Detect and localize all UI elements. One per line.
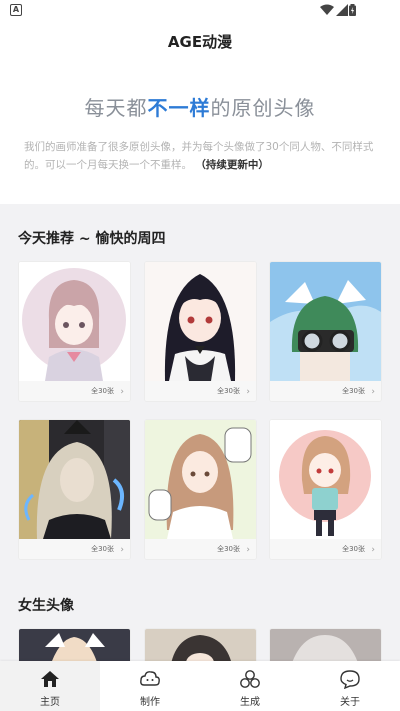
hero-description: 我们的画师准备了很多原创头像，并为每个头像做了30个同人物、不同样式的。可以一个… (24, 138, 376, 174)
tab-about[interactable]: 关于 (300, 661, 400, 711)
battery-icon (349, 4, 356, 16)
image-count: 全30张 (217, 545, 240, 553)
avatar-card[interactable]: 全30张 › (19, 262, 130, 401)
tab-label: 关于 (340, 697, 360, 708)
tab-label: 主页 (40, 697, 60, 708)
app-title: AGE动漫 (0, 22, 400, 66)
image-count: 全30张 (91, 545, 114, 553)
hero-title-before: 每天都 (84, 96, 148, 120)
avatar-thumbnail (270, 420, 381, 539)
avatar-thumbnail (270, 262, 381, 381)
image-count: 全30张 (342, 545, 365, 553)
avatar-thumbnail (19, 420, 130, 539)
home-icon (39, 669, 61, 689)
chevron-right-icon: › (246, 545, 250, 555)
avatar-card[interactable]: 全30张 › (145, 420, 256, 559)
hero-banner: 每天都不一样的原创头像 我们的画师准备了很多原创头像，并为每个头像做了30个同人… (0, 66, 400, 204)
chevron-right-icon: › (120, 545, 124, 555)
card-footer: 全30张 › (145, 381, 256, 401)
tab-generate[interactable]: 生成 (200, 661, 300, 711)
avatar-thumbnail (145, 262, 256, 381)
tab-label: 生成 (240, 697, 260, 708)
signal-icon (336, 4, 348, 16)
avatar-card[interactable]: 全30张 › (270, 420, 381, 559)
card-footer: 全30张 › (270, 381, 381, 401)
card-footer: 全30张 › (19, 539, 130, 559)
image-count: 全30张 (342, 387, 365, 395)
chat-bubble-icon (339, 669, 361, 690)
avatar-thumbnail (19, 262, 130, 381)
image-count: 全30张 (91, 387, 114, 395)
wifi-icon (320, 4, 334, 16)
card-footer: 全30张 › (19, 381, 130, 401)
card-footer: 全30张 › (270, 539, 381, 559)
avatar-thumbnail (145, 420, 256, 539)
hero-title-after: 的原创头像 (210, 96, 316, 120)
hero-title: 每天都不一样的原创头像 (0, 92, 400, 121)
three-circles-icon (239, 669, 261, 689)
hero-title-highlight: 不一样 (147, 96, 211, 120)
avatar-card[interactable]: 全30张 › (19, 420, 130, 559)
image-count: 全30张 (217, 387, 240, 395)
section-title-girls: 女生头像 (18, 598, 74, 614)
card-footer: 全30张 › (145, 539, 256, 559)
tab-make[interactable]: 制作 (100, 661, 200, 711)
chevron-right-icon: › (371, 387, 375, 397)
tab-home[interactable]: 主页 (0, 661, 100, 711)
chevron-right-icon: › (120, 387, 124, 397)
chevron-right-icon: › (371, 545, 375, 555)
notification-a-icon: A (10, 4, 22, 16)
hero-description-strong: （持续更新中） (195, 159, 269, 171)
tab-label: 制作 (140, 697, 160, 708)
status-bar: A (0, 0, 400, 22)
chevron-right-icon: › (246, 387, 250, 397)
bottom-tab-bar: 主页 制作 生成 关于 (0, 661, 400, 711)
avatar-card[interactable]: 全30张 › (270, 262, 381, 401)
avatar-card[interactable]: 全30张 › (145, 262, 256, 401)
cloud-face-icon (139, 669, 161, 689)
section-title-today: 今天推荐 ~ 愉快的周四 (18, 231, 166, 247)
